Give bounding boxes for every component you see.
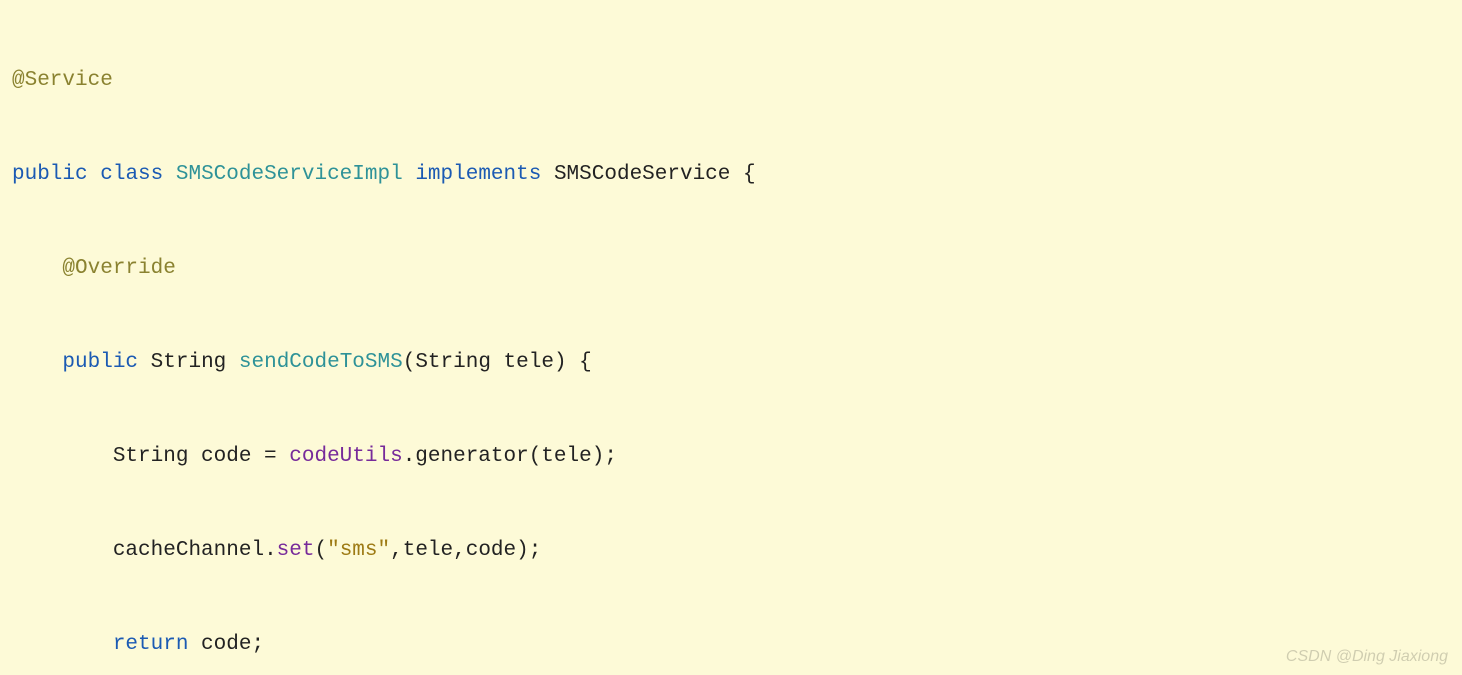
string-literal: "sms" xyxy=(327,539,390,562)
statement: .generator(tele); xyxy=(403,445,617,468)
code-line: public String sendCodeToSMS(String tele)… xyxy=(12,339,1462,386)
code-line: return code; xyxy=(12,621,1462,668)
method-name: sendCodeToSMS xyxy=(239,351,403,374)
watermark: CSDN @Ding Jiaxiong xyxy=(1286,649,1448,665)
keyword-public: public xyxy=(62,351,138,374)
paren: ( xyxy=(314,539,327,562)
identifier-cacheChannel: cacheChannel xyxy=(113,539,264,562)
keyword-implements: implements xyxy=(415,163,541,186)
signature: (String tele) { xyxy=(403,351,592,374)
annotation-service: @Service xyxy=(12,69,113,92)
code-line: String code = codeUtils.generator(tele); xyxy=(12,433,1462,480)
dot: . xyxy=(264,539,277,562)
keyword-return: return xyxy=(113,633,189,656)
brace: { xyxy=(730,163,755,186)
code-line: @Service xyxy=(12,57,1462,104)
type-string: String xyxy=(151,351,227,374)
return-expr: code; xyxy=(188,633,264,656)
statement: String code = xyxy=(113,445,289,468)
method-set: set xyxy=(277,539,315,562)
code-line: @Override xyxy=(12,245,1462,292)
keyword-public: public xyxy=(12,163,88,186)
annotation-override: @Override xyxy=(62,257,175,280)
keyword-class: class xyxy=(100,163,163,186)
class-name: SMSCodeServiceImpl xyxy=(176,163,403,186)
arguments: ,tele,code); xyxy=(390,539,541,562)
code-line: cacheChannel.set("sms",tele,code); xyxy=(12,527,1462,574)
code-block: @Service public class SMSCodeServiceImpl… xyxy=(0,0,1462,675)
code-line: public class SMSCodeServiceImpl implemen… xyxy=(12,151,1462,198)
interface-name: SMSCodeService xyxy=(554,163,730,186)
identifier-codeUtils: codeUtils xyxy=(289,445,402,468)
